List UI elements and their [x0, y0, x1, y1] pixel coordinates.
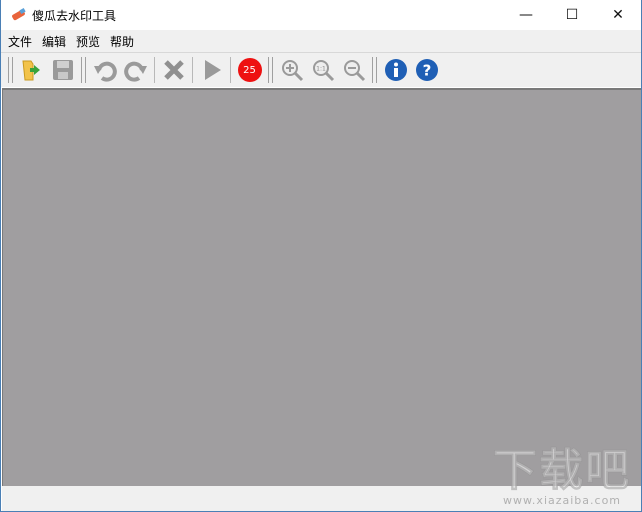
brush-size-button[interactable]: 25	[236, 56, 264, 84]
minimize-button[interactable]: —	[503, 0, 549, 30]
status-bar	[2, 486, 641, 511]
brush-size-badge: 25	[237, 58, 262, 82]
undo-icon	[93, 61, 117, 82]
image-canvas[interactable]	[2, 88, 641, 486]
menu-help[interactable]: 帮助	[106, 33, 138, 50]
delete-x-icon	[163, 60, 184, 80]
redo-button[interactable]	[122, 56, 150, 84]
delete-button[interactable]	[160, 56, 188, 84]
save-disk-icon	[52, 60, 73, 80]
maximize-button[interactable]: ☐	[549, 0, 595, 30]
undo-button[interactable]	[91, 56, 119, 84]
about-button[interactable]	[382, 56, 410, 84]
close-button[interactable]: ✕	[595, 0, 641, 30]
toolbar-grip[interactable]	[81, 57, 86, 83]
eraser-app-icon	[10, 9, 26, 21]
info-icon	[384, 59, 407, 81]
zoom-actual-size-icon: 1:1	[312, 60, 334, 82]
zoom-out-icon	[343, 60, 365, 82]
open-folder-icon	[21, 60, 40, 81]
menu-edit[interactable]: 编辑	[38, 33, 70, 50]
svg-text:1:1: 1:1	[316, 66, 326, 73]
toolbar-separator	[192, 57, 193, 83]
toolbar: 25 1:1 ?	[1, 52, 641, 87]
menu-bar: 文件 编辑 预览 帮助	[1, 30, 641, 52]
zoom-actual-button[interactable]: 1:1	[309, 56, 337, 84]
redo-icon	[123, 61, 147, 82]
zoom-in-icon	[281, 60, 303, 82]
window-title: 傻瓜去水印工具	[32, 8, 117, 23]
title-bar: 傻瓜去水印工具 — ☐ ✕	[1, 0, 641, 30]
run-button[interactable]	[198, 56, 226, 84]
menu-file[interactable]: 文件	[4, 33, 36, 50]
toolbar-separator	[154, 57, 155, 83]
zoom-in-button[interactable]	[278, 56, 306, 84]
app-window: 傻瓜去水印工具 — ☐ ✕ 文件 编辑 预览 帮助 25 1:1 ? 下载吧 w…	[0, 0, 642, 512]
open-button[interactable]	[18, 56, 46, 84]
zoom-out-button[interactable]	[340, 56, 368, 84]
toolbar-grip[interactable]	[8, 57, 13, 83]
menu-preview[interactable]: 预览	[72, 33, 104, 50]
svg-text:?: ?	[422, 62, 431, 80]
help-question-icon: ?	[415, 59, 438, 81]
play-icon	[204, 60, 221, 80]
toolbar-grip[interactable]	[372, 57, 377, 83]
toolbar-grip[interactable]	[268, 57, 273, 83]
help-button[interactable]: ?	[413, 56, 441, 84]
save-button[interactable]	[49, 56, 77, 84]
toolbar-separator	[230, 57, 231, 83]
